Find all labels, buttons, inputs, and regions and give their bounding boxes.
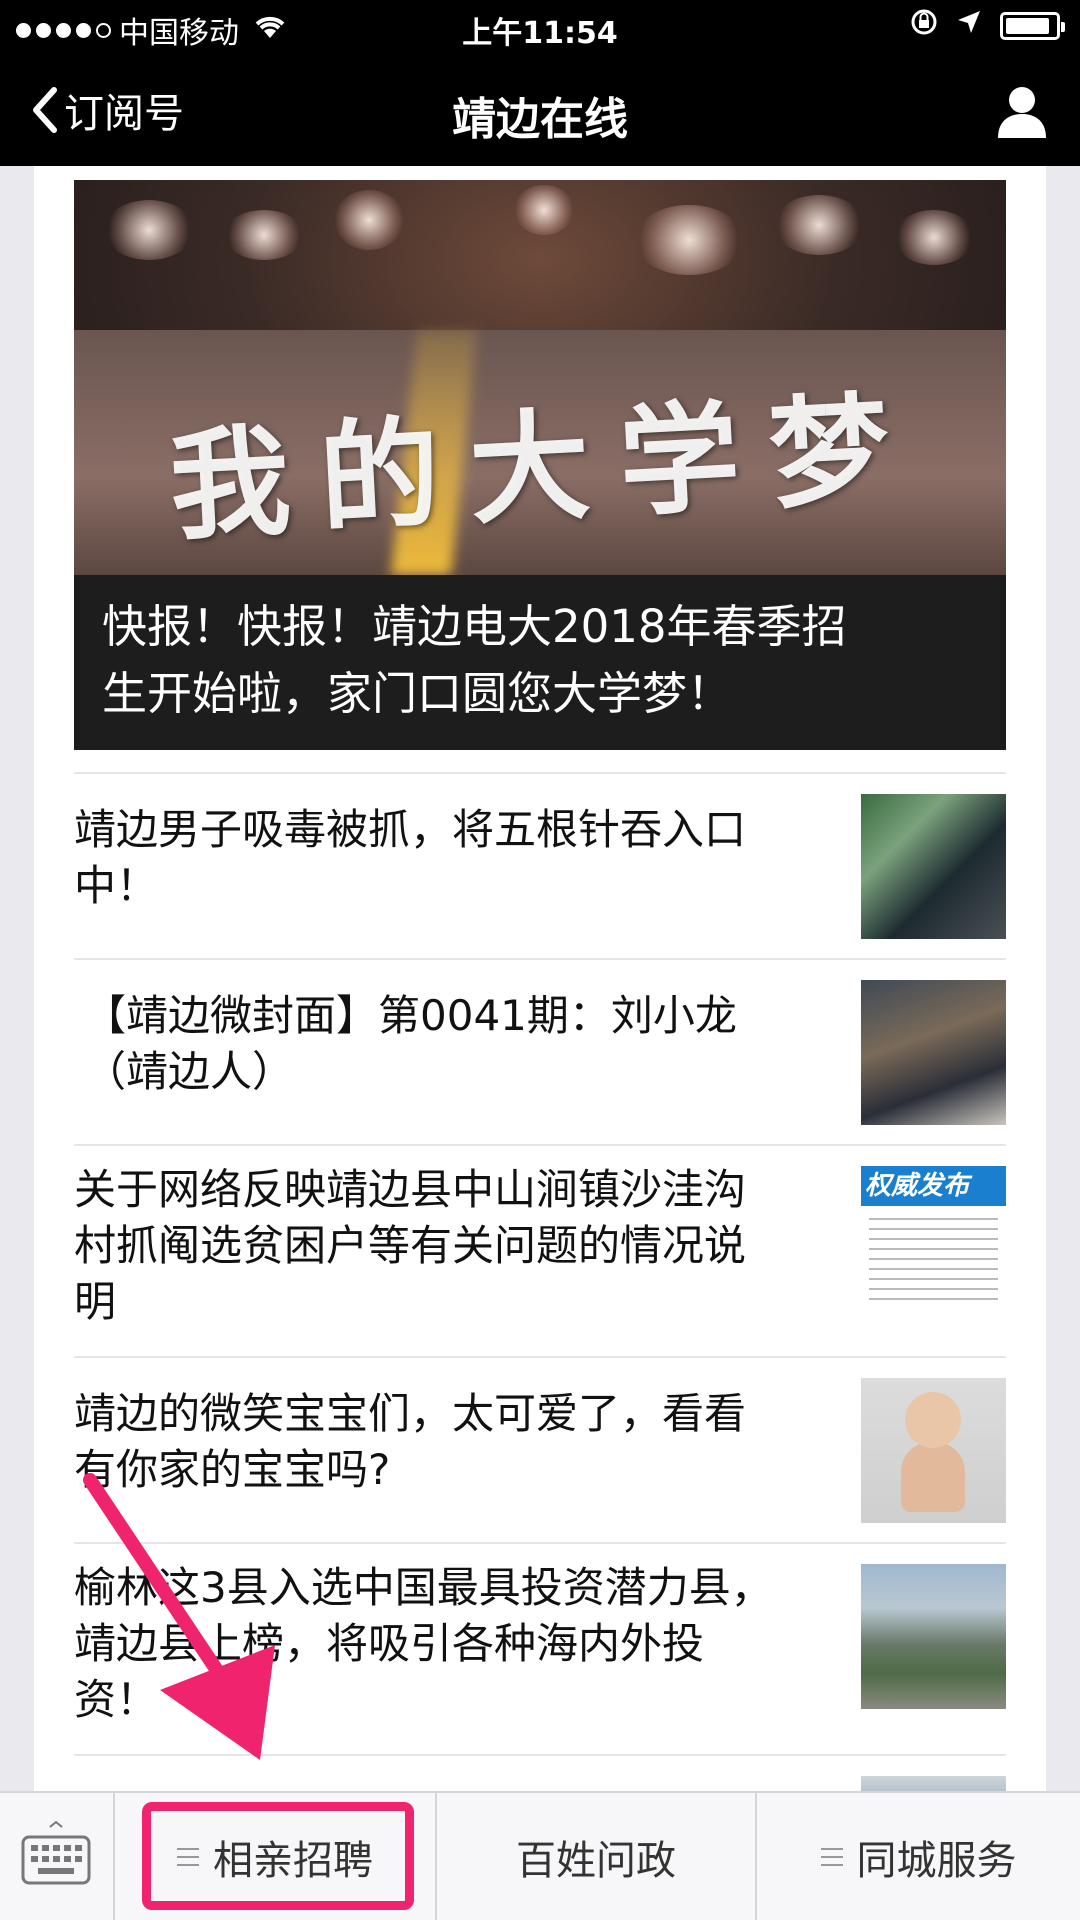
menu-item-dating-jobs[interactable]: 相亲招聘 (115, 1793, 437, 1920)
thumbnail-banner: 权威发布 (861, 1166, 1006, 1206)
menu-item-label: 百姓问政 (516, 1837, 676, 1884)
keyboard-icon (21, 1821, 91, 1885)
menu-item-public-affairs[interactable]: 百姓问政 (437, 1793, 757, 1920)
carrier-label: 中国移动 (119, 16, 239, 51)
article-title-line: 有你家的宝宝吗? (74, 1445, 391, 1494)
profile-button[interactable] (992, 82, 1052, 142)
article-list: 靖边男子吸毒被抓，将五根针吞入口 中！ 【靖边微封面】第0041期：刘小龙 （靖… (74, 772, 1006, 1791)
article-title-line: 中！ (74, 861, 159, 910)
article-title-line: 靖边县上榜，将吸引各种海内外投 (74, 1619, 705, 1668)
hero-caption-line: 快报！快报！靖边电大2018年春季招 (102, 600, 847, 653)
person-icon (998, 87, 1046, 138)
article-title: 【靖边微封面】第0041期：刘小龙 （靖边人） (84, 988, 824, 1100)
list-item[interactable]: 靖边的微笑宝宝们，太可爱了，看看 有你家的宝宝吗? (74, 1356, 1006, 1542)
article-title-line: 明 (74, 1277, 117, 1326)
list-item[interactable]: 【靖边微封面】第0041期：刘小龙 （靖边人） (74, 958, 1006, 1144)
status-right (910, 8, 1065, 43)
list-item[interactable]: 榆林这3县入选中国最具投资潜力县， 靖边县上榜，将吸引各种海内外投 资！ (74, 1542, 1006, 1754)
battery-icon (1000, 11, 1065, 40)
back-button[interactable]: 订阅号 (30, 81, 184, 139)
article-title-line: （靖边人） (84, 1047, 295, 1096)
article-thumbnail (861, 794, 1006, 939)
article-title-line: 【靖边微封面】第0041期：刘小龙 (84, 991, 737, 1040)
article-title-line: 靖边的微笑宝宝们，太可爱了，看看 (74, 1389, 747, 1438)
rotation-lock-icon (910, 8, 938, 43)
list-item[interactable] (74, 1754, 1006, 1791)
chevron-left-icon (33, 87, 57, 133)
article-title: 关于网络反映靖边县中山涧镇沙洼沟 村抓阄选贫困户等有关问题的情况说 明 (74, 1162, 814, 1330)
hero-caption: 快报！快报！靖边电大2018年春季招 生开始啦，家门口圆您大学梦！ (74, 575, 1006, 750)
keyboard-toggle-button[interactable] (0, 1793, 115, 1920)
article-thumbnail (861, 1776, 1006, 1791)
article-title-line: 关于网络反映靖边县中山涧镇沙洼沟 (74, 1165, 747, 1214)
status-left: 中国移动 (16, 8, 287, 52)
article-thumbnail (861, 1378, 1006, 1523)
wifi-icon (253, 14, 287, 47)
article-feed: 我的大学梦 快报！快报！靖边电大2018年春季招 生开始啦，家门口圆您大学梦！ … (34, 166, 1046, 1791)
hero-caption-line: 生开始啦，家门口圆您大学梦！ (102, 667, 733, 720)
article-title-line: 资！ (74, 1675, 159, 1724)
signal-icon (16, 22, 111, 38)
menu-item-label: 同城服务 (856, 1837, 1017, 1884)
article-title: 靖边的微笑宝宝们，太可爱了，看看 有你家的宝宝吗? (74, 1386, 814, 1498)
article-title: 靖边男子吸毒被抓，将五根针吞入口 中！ (74, 802, 814, 914)
hero-image: 我的大学梦 (74, 180, 1006, 575)
article-title-line: 村抓阄选贫困户等有关问题的情况说 (74, 1221, 747, 1270)
menu-icon (177, 1847, 199, 1866)
list-item[interactable]: 关于网络反映靖边县中山涧镇沙洼沟 村抓阄选贫困户等有关问题的情况说 明 权威发布 (74, 1144, 1006, 1356)
status-bar: 中国移动 上午11:54 (0, 0, 1080, 55)
bottom-menu-bar: 相亲招聘 百姓问政 同城服务 (0, 1791, 1080, 1920)
article-thumbnail: 权威发布 (861, 1166, 1006, 1311)
article-title-line: 靖边男子吸毒被抓，将五根针吞入口 (74, 805, 747, 854)
article-title: 榆林这3县入选中国最具投资潜力县， 靖边县上榜，将吸引各种海内外投 资！ (74, 1560, 814, 1728)
location-icon (956, 9, 982, 42)
menu-icon (820, 1847, 843, 1866)
article-thumbnail (861, 980, 1006, 1125)
back-label: 订阅号 (64, 91, 184, 137)
list-item[interactable]: 靖边男子吸毒被抓，将五根针吞入口 中！ (74, 772, 1006, 958)
nav-bar: 订阅号 靖边在线 (0, 55, 1080, 166)
hero-article[interactable]: 我的大学梦 快报！快报！靖边电大2018年春季招 生开始啦，家门口圆您大学梦！ (74, 180, 1006, 750)
menu-item-label: 相亲招聘 (213, 1837, 373, 1884)
article-title-line: 榆林这3县入选中国最具投资潜力县， (74, 1563, 773, 1612)
article-thumbnail (861, 1564, 1006, 1709)
menu-item-city-services[interactable]: 同城服务 (757, 1793, 1080, 1920)
